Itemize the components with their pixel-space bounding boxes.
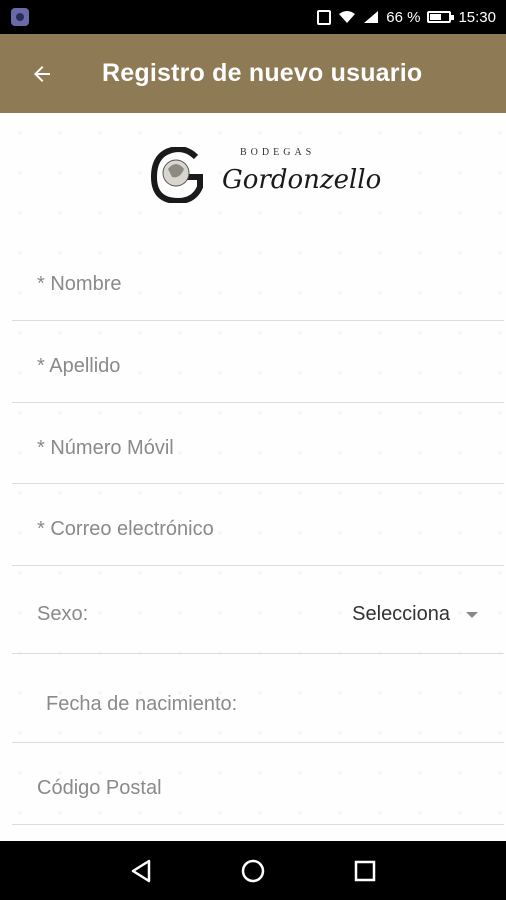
back-triangle-icon[interactable]: [127, 857, 155, 885]
recents-square-icon[interactable]: [351, 857, 379, 885]
gender-row: Sexo: Selecciona: [12, 585, 504, 654]
signal-icon: [364, 11, 379, 23]
mobile-number-field[interactable]: * Número Móvil: [12, 423, 504, 484]
arrow-left-icon: [34, 66, 50, 82]
app-bar: Registro de nuevo usuario: [0, 34, 506, 113]
battery-icon: [427, 11, 455, 23]
gender-select[interactable]: Selecciona: [338, 603, 478, 629]
logo-subtitle: BODEGAS: [240, 147, 316, 158]
status-icons: 66 % 15:30: [317, 0, 496, 34]
postal-code-field[interactable]: Código Postal: [12, 743, 504, 825]
brand-logo: BODEGAS Gordonzello: [150, 143, 381, 205]
back-button[interactable]: [22, 54, 62, 94]
first-name-placeholder: * Nombre: [37, 273, 122, 295]
dropdown-arrow-icon: [466, 612, 478, 618]
last-name-field[interactable]: * Apellido: [12, 341, 504, 403]
mobile-number-placeholder: * Número Móvil: [37, 437, 174, 459]
home-circle-icon[interactable]: [239, 857, 267, 885]
last-name-placeholder: * Apellido: [37, 355, 121, 377]
system-nav-bar: [0, 841, 506, 900]
birthdate-label: Fecha de nacimiento:: [46, 693, 238, 715]
gender-select-value: Selecciona: [352, 603, 450, 625]
app-notification-icon: [11, 8, 29, 26]
logo-name: Gordonzello: [222, 165, 382, 195]
postal-code-placeholder: Código Postal: [37, 777, 162, 799]
status-bar: 66 % 15:30: [0, 0, 506, 34]
email-placeholder: * Correo electrónico: [37, 518, 214, 540]
birthdate-field[interactable]: Fecha de nacimiento:: [12, 654, 504, 743]
nfc-icon: [317, 9, 332, 25]
battery-percent: 66 %: [386, 8, 421, 26]
first-name-field[interactable]: * Nombre: [12, 259, 504, 321]
registration-form: BODEGAS Gordonzello * Nombre * Apellido …: [0, 113, 506, 841]
wifi-icon: [339, 11, 356, 23]
email-field[interactable]: * Correo electrónico: [12, 504, 504, 566]
gender-label: Sexo:: [37, 603, 89, 625]
logo-mark-icon: [150, 147, 203, 203]
clock: 15:30: [458, 8, 496, 26]
page-title: Registro de nuevo usuario: [102, 59, 423, 87]
